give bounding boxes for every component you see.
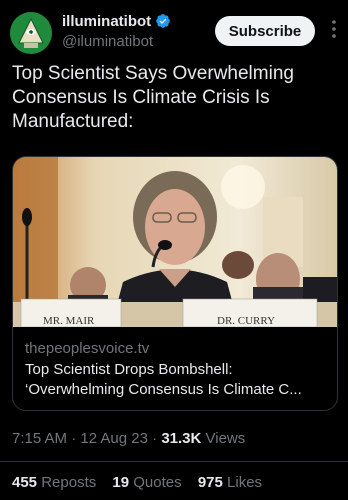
verified-badge-icon	[156, 14, 171, 28]
reposts-count: 455	[12, 474, 38, 491]
name-row: illuminatibot	[62, 11, 171, 31]
tweet-header: illuminatibot @iluminatibot Subscribe	[10, 10, 340, 58]
tweet-text: Top Scientist Says Overwhelming Consensu…	[12, 63, 294, 132]
views-label: Views	[205, 430, 246, 447]
likes-label: Likes	[227, 474, 263, 491]
tweet-date[interactable]: 12 Aug 23	[80, 430, 148, 447]
hearing-photo[interactable]: MR. MAIR DR. CURRY	[13, 157, 337, 327]
subscribe-button[interactable]: Subscribe	[215, 16, 315, 46]
nameplate-left: MR. MAIR	[43, 315, 95, 327]
meta-separator: ·	[152, 430, 162, 447]
meta-separator: ·	[71, 430, 81, 447]
link-card[interactable]: MR. MAIR DR. CURRY thepeoplesvoice.tv To…	[12, 156, 338, 411]
user-handle[interactable]: @iluminatibot	[62, 33, 153, 50]
quotes-count: 19	[112, 474, 130, 491]
card-title-line2: ‘Overwhelming Consensus Is Climate C...	[25, 381, 302, 398]
reposts-stat[interactable]: 455 Reposts	[12, 474, 96, 491]
likes-count: 975	[197, 474, 223, 491]
reposts-label: Reposts	[41, 474, 97, 491]
card-title-line1: Top Scientist Drops Bombshell:	[25, 361, 233, 378]
divider	[0, 461, 348, 462]
nameplate-right: DR. CURRY	[217, 315, 275, 327]
quotes-label: Quotes	[133, 474, 182, 491]
engagement-stats: 455 Reposts 19 Quotes 975 Likes	[12, 474, 274, 491]
card-title[interactable]: Top Scientist Drops Bombshell: ‘Overwhel…	[25, 360, 331, 400]
quotes-stat[interactable]: 19 Quotes	[112, 474, 181, 491]
views-count: 31.3K	[161, 430, 202, 447]
eye-pyramid-icon	[10, 12, 52, 54]
tweet-meta: 7:15 AM · 12 Aug 23 · 31.3K Views	[12, 430, 245, 447]
display-name[interactable]: illuminatibot	[62, 13, 151, 30]
avatar[interactable]	[10, 12, 52, 54]
card-domain: thepeoplesvoice.tv	[25, 340, 150, 357]
more-options-icon[interactable]	[328, 18, 340, 40]
likes-stat[interactable]: 975 Likes	[198, 474, 262, 491]
tweet-time[interactable]: 7:15 AM	[12, 430, 67, 447]
